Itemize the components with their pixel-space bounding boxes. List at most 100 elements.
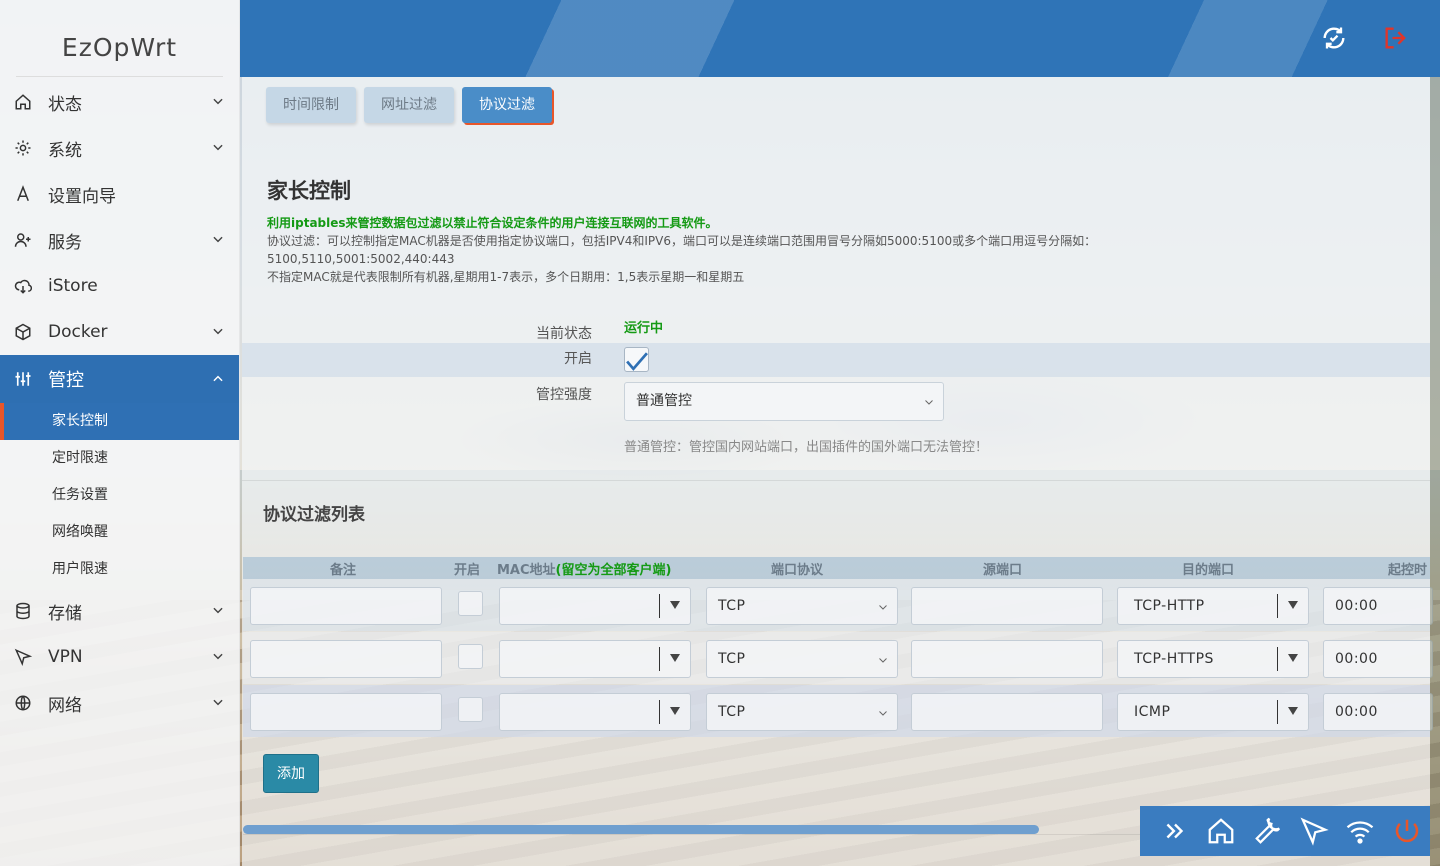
tab-bar: 时间限制 网址过滤 协议过滤: [266, 87, 552, 123]
submenu-item-user-speed-limit[interactable]: 用户限速: [0, 551, 239, 588]
sidebar-item-label: Docker: [48, 322, 108, 342]
dst-port-combobox[interactable]: TCP-HTTPS: [1117, 640, 1309, 678]
chevron-down-icon: [925, 400, 933, 405]
status-label: 当前状态: [536, 326, 592, 342]
sidebar-item-label: VPN: [48, 647, 83, 667]
send-icon[interactable]: [1291, 811, 1337, 851]
chevron-down-icon: [213, 236, 223, 243]
sidebar-item-label: 状态: [48, 94, 82, 115]
start-time-input[interactable]: 00:00: [1323, 587, 1433, 625]
enable-checkbox[interactable]: [624, 347, 649, 372]
tab-protocol-filter[interactable]: 协议过滤: [462, 87, 552, 123]
chevron-down-icon: [213, 699, 223, 706]
protocol-select[interactable]: TCP: [706, 587, 898, 625]
dropdown-arrow-icon[interactable]: [1288, 601, 1298, 609]
mac-combobox[interactable]: [499, 693, 691, 731]
remark-input[interactable]: [250, 587, 442, 625]
sidebar-item-vpn[interactable]: VPN: [0, 634, 239, 680]
sidebar-item-storage[interactable]: 存储: [0, 588, 239, 634]
wifi-icon[interactable]: [1337, 811, 1383, 851]
src-port-input[interactable]: [911, 587, 1103, 625]
sidebar-item-wizard[interactable]: 设置向导: [0, 171, 239, 217]
protocol-value: TCP: [718, 598, 746, 614]
combo-separator: [659, 647, 660, 671]
sidebar-item-network[interactable]: 网络: [0, 680, 239, 726]
combo-separator: [659, 594, 660, 618]
dst-port-value: ICMP: [1134, 704, 1171, 720]
start-time-input[interactable]: 00:00: [1323, 693, 1433, 731]
dropdown-arrow-icon[interactable]: [670, 707, 680, 715]
chevrons-right-icon[interactable]: [1152, 811, 1198, 851]
combo-separator: [1277, 647, 1278, 671]
col-src-port: 源端口: [983, 563, 1023, 578]
add-button[interactable]: 添加: [263, 754, 319, 793]
protocol-select[interactable]: TCP: [706, 693, 898, 731]
col-dst-port: 目的端口: [1182, 563, 1235, 578]
col-mac-label: MAC地址: [497, 563, 556, 578]
dst-port-combobox[interactable]: ICMP: [1117, 693, 1309, 731]
protocol-value: TCP: [718, 651, 746, 667]
database-icon: [12, 600, 34, 622]
home-icon[interactable]: [1198, 811, 1244, 851]
submenu-item-task-settings[interactable]: 任务设置: [0, 477, 239, 514]
sidebar-item-services[interactable]: 服务: [0, 217, 239, 263]
dst-port-value: TCP-HTTPS: [1134, 651, 1214, 667]
dropdown-arrow-icon[interactable]: [1288, 654, 1298, 662]
home-icon: [12, 91, 34, 113]
strength-label: 管控强度: [536, 387, 592, 403]
description-highlight: 利用iptables来管控数据包过滤以禁止符合设定条件的用户连接互联网的工具软件…: [267, 216, 718, 230]
dropdown-arrow-icon[interactable]: [1288, 707, 1298, 715]
dropdown-arrow-icon[interactable]: [670, 654, 680, 662]
sidebar-item-istore[interactable]: iStore: [0, 263, 239, 309]
sidebar: EzOpWrt 状态 系统 设置向导 服务 iStore Docker 管控 家…: [0, 0, 240, 866]
tab-time-limit[interactable]: 时间限制: [266, 87, 356, 123]
sidebar-item-docker[interactable]: Docker: [0, 309, 239, 355]
chevron-up-icon: [213, 375, 223, 382]
logout-icon[interactable]: [1382, 24, 1410, 52]
chevron-down-icon: [213, 607, 223, 614]
sidebar-item-label: 存储: [48, 603, 82, 624]
section-title: 协议过滤列表: [263, 505, 365, 525]
submenu-item-wake-on-lan[interactable]: 网络唤醒: [0, 514, 239, 551]
table-row: TCP ICMP 00:00: [243, 685, 1433, 737]
refresh-icon[interactable]: [1320, 24, 1348, 52]
globe-icon: [12, 692, 34, 714]
chevron-down-icon: [879, 605, 887, 610]
row-enable-checkbox[interactable]: [458, 697, 483, 722]
submenu-item-parental-control[interactable]: 家长控制: [0, 403, 239, 440]
sidebar-item-label: 管控: [48, 370, 84, 391]
strength-select-value: 普通管控: [636, 393, 692, 409]
wrench-icon[interactable]: [1245, 811, 1291, 851]
col-start-time: 起控时: [1388, 563, 1428, 578]
combo-separator: [1277, 700, 1278, 724]
row-enable-checkbox[interactable]: [458, 591, 483, 616]
protocol-select[interactable]: TCP: [706, 640, 898, 678]
table-row: TCP TCP-HTTPS 00:00: [243, 632, 1433, 684]
submenu-item-timed-speed-limit[interactable]: 定时限速: [0, 440, 239, 477]
horizontal-scrollbar[interactable]: [243, 825, 1039, 834]
sidebar-item-label: iStore: [48, 276, 98, 296]
app-logo[interactable]: EzOpWrt: [16, 0, 223, 77]
start-time-input[interactable]: 00:00: [1323, 640, 1433, 678]
mac-combobox[interactable]: [499, 640, 691, 678]
dst-port-combobox[interactable]: TCP-HTTP: [1117, 587, 1309, 625]
dropdown-arrow-icon[interactable]: [670, 601, 680, 609]
gear-icon: [12, 137, 34, 159]
sidebar-item-system[interactable]: 系统: [0, 125, 239, 171]
chevron-down-icon: [213, 653, 223, 660]
power-icon[interactable]: [1384, 811, 1430, 851]
strength-select[interactable]: 普通管控: [624, 382, 944, 421]
mac-combobox[interactable]: [499, 587, 691, 625]
checkmark-icon: [626, 352, 648, 371]
remark-input[interactable]: [250, 640, 442, 678]
sidebar-item-label: 设置向导: [48, 186, 116, 207]
sidebar-item-control[interactable]: 管控: [0, 355, 239, 403]
remark-input[interactable]: [250, 693, 442, 731]
sidebar-item-status[interactable]: 状态: [0, 79, 239, 125]
combo-separator: [659, 700, 660, 724]
tab-url-filter[interactable]: 网址过滤: [364, 87, 454, 123]
src-port-input[interactable]: [911, 693, 1103, 731]
src-port-input[interactable]: [911, 640, 1103, 678]
row-enable-checkbox[interactable]: [458, 644, 483, 669]
send-icon: [12, 646, 34, 668]
